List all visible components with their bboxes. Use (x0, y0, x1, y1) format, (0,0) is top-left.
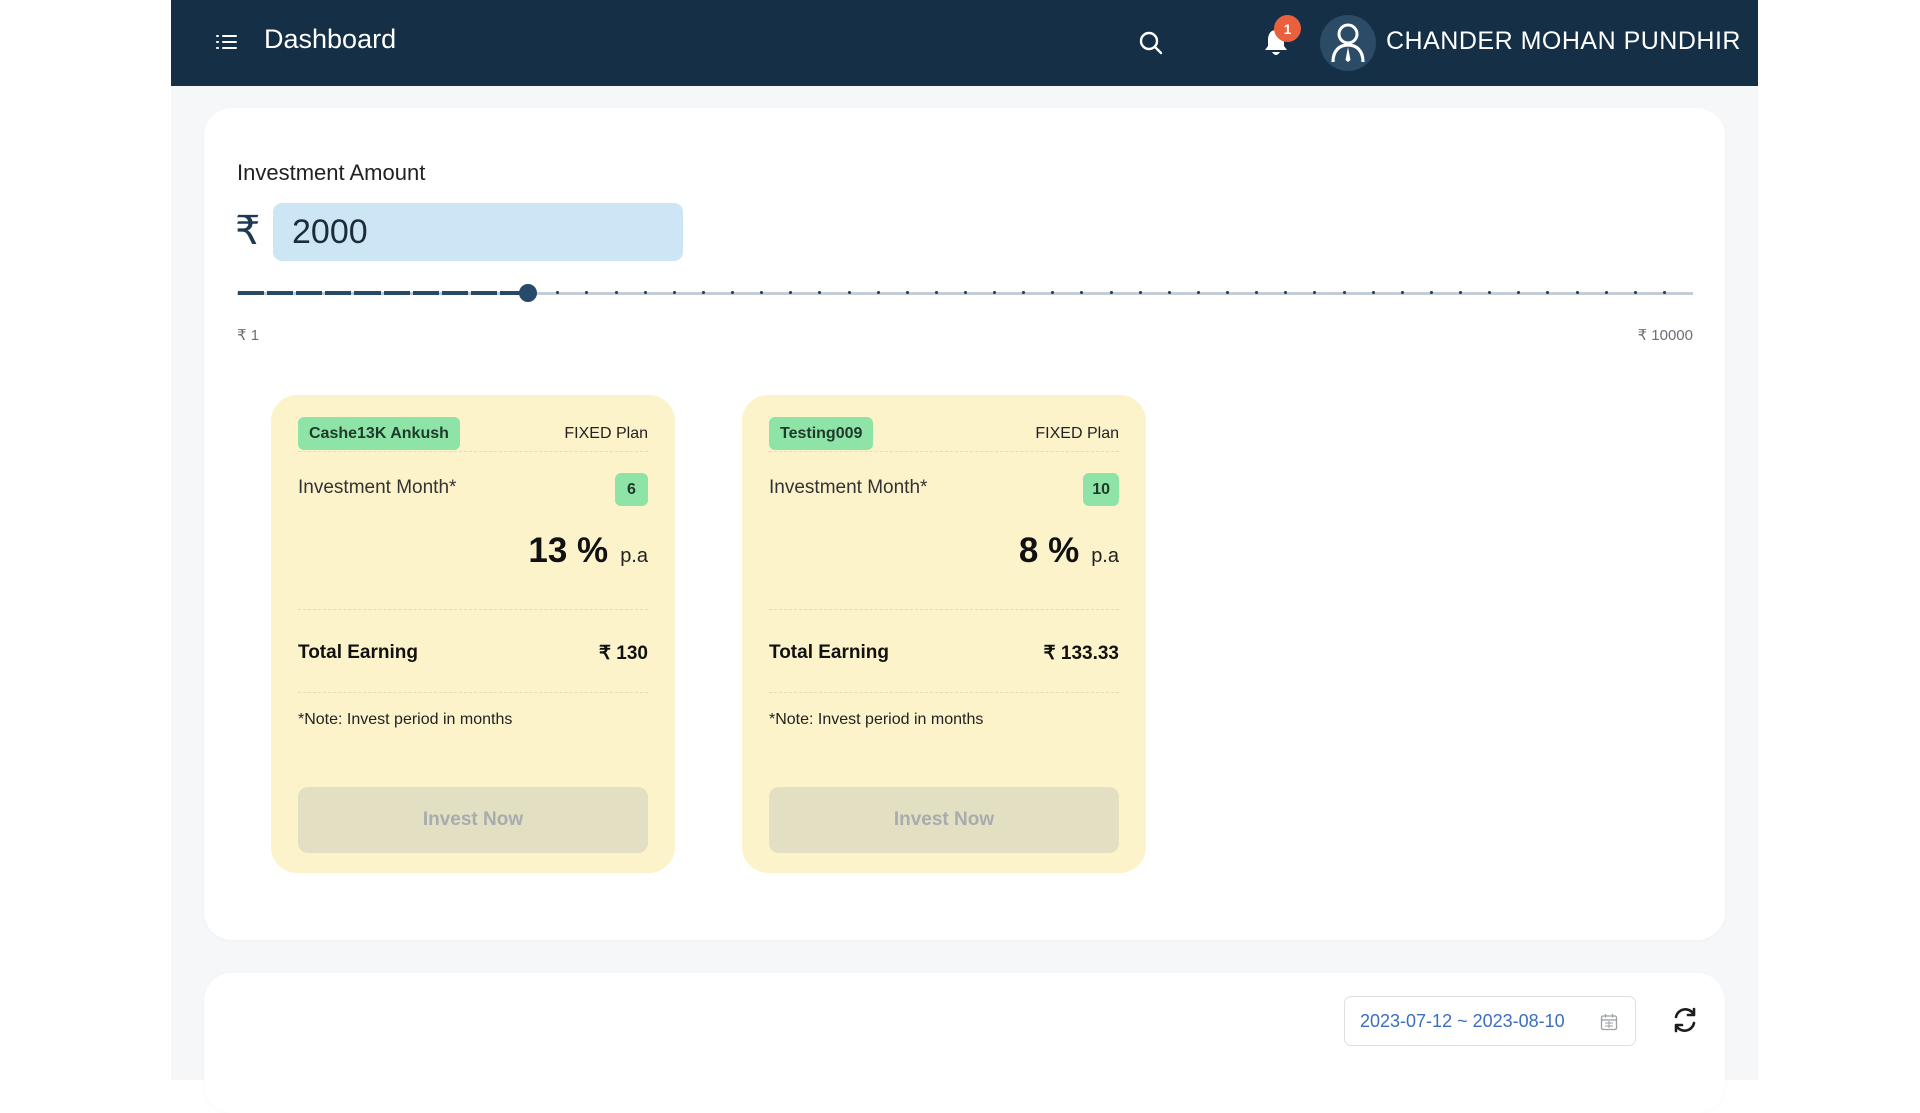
top-header: Dashboard 1 CHANDER MOHAN PUNDHIR (171, 0, 1758, 86)
username[interactable]: CHANDER MOHAN PUNDHIR (1386, 27, 1741, 56)
menu-icon[interactable] (216, 34, 237, 50)
slider-step-mark (1109, 291, 1113, 294)
slider-filled-segment (325, 291, 352, 295)
divider (298, 692, 648, 693)
slider-filled-segment (383, 291, 410, 295)
currency-symbol: ₹ (235, 209, 261, 253)
slider-step-mark (672, 291, 676, 294)
investment-month-value: 6 (615, 473, 648, 506)
total-earning-label: Total Earning (298, 642, 418, 663)
slider-step-mark (905, 291, 909, 294)
investment-month-value: 10 (1083, 473, 1119, 506)
total-earning-value: ₹ 133.33 (1043, 643, 1119, 664)
divider (298, 451, 648, 452)
invest-now-button[interactable]: Invest Now (769, 787, 1119, 853)
slider-thumb[interactable] (519, 284, 538, 302)
plan-card: Cashe13K Ankush FIXED Plan Investment Mo… (271, 395, 675, 873)
rate-unit: p.a (1091, 545, 1119, 567)
slider-step-mark (1138, 291, 1142, 294)
slider-filled-segment (296, 291, 323, 295)
user-avatar[interactable] (1320, 15, 1376, 71)
date-range-picker[interactable]: 2023-07-12 ~ 2023-08-10 (1344, 996, 1636, 1046)
invest-now-button[interactable]: Invest Now (298, 787, 648, 853)
investment-amount-input[interactable] (273, 203, 683, 261)
slider-step-mark (876, 291, 880, 294)
slider-filled-segment (441, 291, 468, 295)
plan-type: FIXED Plan (1035, 425, 1119, 442)
slider-step-mark (964, 291, 967, 294)
page-title: Dashboard (264, 24, 397, 54)
slider-step-mark (1167, 291, 1171, 294)
rate-unit: p.a (620, 545, 648, 567)
divider (769, 609, 1119, 610)
divider (769, 451, 1119, 452)
slider-max-label: ₹ 10000 (1637, 327, 1693, 344)
slider-step-mark (1400, 291, 1404, 294)
interest-rate: 8 % p.a (1019, 531, 1119, 571)
plan-note: *Note: Invest period in months (769, 711, 984, 728)
total-earning-label: Total Earning (769, 642, 889, 663)
slider-filled-segment (238, 291, 265, 295)
slider-filled-segment (267, 291, 294, 295)
slider-step-mark (1196, 291, 1200, 294)
app-frame: Dashboard 1 CHANDER MOHAN PUNDHIR Invest… (171, 0, 1758, 1113)
refresh-icon[interactable] (1670, 1005, 1700, 1035)
slider-step-mark (1371, 291, 1375, 294)
rate-value: 8 % (1018, 531, 1080, 570)
slider-filled-segment (354, 291, 381, 295)
filter-card: 2023-07-12 ~ 2023-08-10 (204, 973, 1725, 1113)
slider-step-mark (1604, 291, 1608, 294)
slider-step-mark (1575, 291, 1579, 294)
slider-step-mark (1662, 291, 1666, 294)
divider (298, 609, 648, 610)
plan-name-tag: Testing009 (769, 417, 874, 450)
investment-card: Investment Amount ₹ ₹ 1 ₹ 10000 Cashe13K… (204, 108, 1725, 940)
slider-step-mark (701, 291, 705, 294)
investment-month-label: Investment Month* (298, 477, 457, 498)
slider-step-mark (1342, 291, 1346, 294)
slider-step-mark (847, 291, 851, 294)
slider-step-mark (614, 291, 618, 294)
plan-name-tag: Cashe13K Ankush (298, 417, 460, 450)
total-earning-value: ₹ 130 (598, 643, 648, 664)
user-avatar-icon (1331, 23, 1365, 63)
slider-filled-segment (412, 291, 439, 295)
slider-min-label: ₹ 1 (237, 327, 260, 344)
notification-badge: 1 (1274, 15, 1301, 42)
plan-card: Testing009 FIXED Plan Investment Month* … (742, 395, 1146, 873)
investment-amount-label: Investment Amount (237, 160, 426, 185)
divider (769, 692, 1119, 693)
plan-note: *Note: Invest period in months (298, 711, 513, 728)
search-icon[interactable] (1138, 30, 1164, 56)
slider-filled-segment (470, 291, 498, 295)
slider-step-mark (643, 291, 647, 294)
investment-month-label: Investment Month* (769, 477, 928, 498)
slider-step-mark (1429, 291, 1433, 294)
investment-amount-slider[interactable] (237, 281, 1693, 305)
interest-rate: 13 % p.a (528, 531, 648, 571)
calendar-icon (1600, 1014, 1618, 1031)
plan-type: FIXED Plan (564, 425, 648, 442)
slider-step-mark (1633, 291, 1637, 294)
date-range-value: 2023-07-12 ~ 2023-08-10 (1360, 1010, 1565, 1031)
rate-value: 13 % (528, 531, 609, 570)
slider-step-mark (934, 291, 938, 294)
